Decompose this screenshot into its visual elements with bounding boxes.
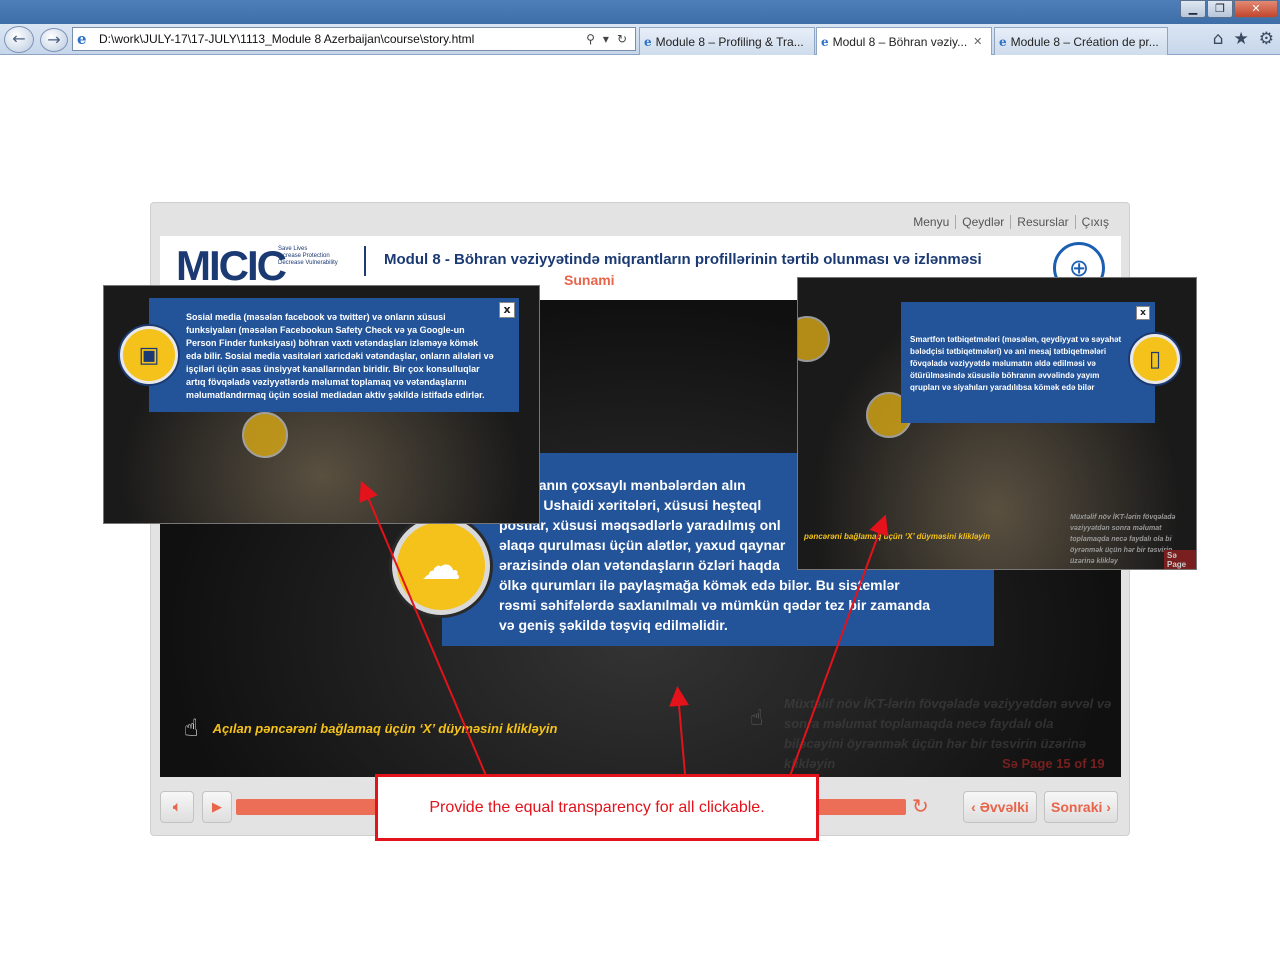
restore-button[interactable]: ❐ <box>1207 0 1233 18</box>
forward-icon[interactable]: → <box>40 28 68 52</box>
info-line: rəsmi səhifələrdə saxlanılmalı və mümkün… <box>499 597 931 613</box>
annotation-callout: Provide the equal transparency for all c… <box>375 774 819 841</box>
prev-label: Əvvəlki <box>979 799 1029 815</box>
hand-icon: ☝ <box>184 714 199 742</box>
popup-box: Smartfon tətbiqetmələri (məsələn, qeydiy… <box>901 302 1155 423</box>
star-icon[interactable]: ★ <box>1234 29 1249 49</box>
annotation-text: Provide the equal transparency for all c… <box>429 798 765 816</box>
popup-hint: pəncərəni bağlamaq üçün ‘X’ düyməsini kl… <box>804 532 990 541</box>
computer-icon[interactable]: ☁ <box>392 517 490 615</box>
address-bar[interactable]: e D:\work\JULY-17\17-JULY\1113_Module 8 … <box>72 27 636 51</box>
resources-link[interactable]: Resurslar <box>1010 215 1074 229</box>
back-icon[interactable]: ← <box>4 26 34 53</box>
header-divider <box>364 246 366 276</box>
close-icon[interactable]: x <box>499 302 515 318</box>
tab-label: Module 8 – Profiling & Tra... <box>655 34 804 49</box>
window-controls: ▁ ❐ ✕ <box>1180 0 1278 18</box>
browser-toolbar: ← → e D:\work\JULY-17\17-JULY\1113_Modul… <box>0 24 1280 55</box>
chevron-right-icon: › <box>1102 799 1111 815</box>
refresh-icon[interactable]: ↻ <box>617 32 627 46</box>
window-titlebar: ▁ ❐ ✕ <box>0 0 1280 24</box>
slide-subtitle: Sunami <box>564 272 615 288</box>
home-icon[interactable]: ⌂ <box>1213 29 1224 49</box>
gear-icon[interactable]: ⚙ <box>1259 29 1274 49</box>
address-url[interactable]: D:\work\JULY-17\17-JULY\1113_Module 8 Az… <box>99 32 586 46</box>
tab-module8-az[interactable]: e Modul 8 – Böhran vəziy... ✕ <box>816 27 992 55</box>
page-indicator: Sə Page 15 of 19 <box>1002 756 1105 771</box>
next-button[interactable]: Sonraki › <box>1044 791 1118 823</box>
search-icon[interactable]: ⚲ <box>586 32 595 46</box>
chevron-left-icon: ‹ <box>971 799 980 815</box>
popup-box: Sosial media (məsələn facebook və twitte… <box>149 298 519 412</box>
ie-icon: e <box>999 34 1007 49</box>
popup-page: Sə Page <box>1164 550 1196 569</box>
popup-screenshot-right: Smartfon tətbiqetmələri (məsələn, qeydiy… <box>797 277 1197 570</box>
ie-icon: e <box>644 34 652 49</box>
micic-logo: MICIC <box>176 242 287 289</box>
exit-link[interactable]: Çıxış <box>1074 215 1115 229</box>
minimize-button[interactable]: ▁ <box>1180 0 1206 18</box>
replay-icon[interactable]: ↻ <box>912 794 929 818</box>
tagline-line: Save Lives <box>278 246 308 252</box>
ie-icon: e <box>77 30 87 48</box>
popup-screenshot-left: Sosial media (məsələn facebook və twitte… <box>103 285 540 524</box>
browser-right-tools: ⌂ ★ ⚙ <box>1213 29 1274 49</box>
popup-text: Smartfon tətbiqetmələri (məsələn, qeydiy… <box>910 335 1122 392</box>
close-tab-icon[interactable]: ✕ <box>973 35 982 48</box>
tab-module8-en[interactable]: e Module 8 – Profiling & Tra... <box>639 27 815 55</box>
close-hint: ☝ Açılan pəncərəni bağlamaq üçün ‘X’ düy… <box>184 714 557 742</box>
popup-text: Sosial media (məsələn facebook və twitte… <box>186 312 494 400</box>
tagline-line: Increase Protection <box>278 253 330 259</box>
phone-icon[interactable]: ▯ <box>1130 334 1180 384</box>
tab-module8-fr[interactable]: e Module 8 – Création de pr... <box>994 27 1168 55</box>
play-icon[interactable]: ▶ <box>202 791 232 823</box>
notes-link[interactable]: Qeydlər <box>955 215 1010 229</box>
logo-tagline: Save Lives Increase Protection Decrease … <box>278 246 338 267</box>
browser-window-icon[interactable]: ▣ <box>120 326 178 384</box>
slide-title: Modul 8 - Böhran vəziyyətində miqrantlar… <box>384 251 982 268</box>
ie-icon: e <box>821 34 829 49</box>
prev-button[interactable]: ‹ Əvvəlki <box>963 791 1037 823</box>
tagline-line: Decrease Vulnerability <box>278 260 338 266</box>
close-window-button[interactable]: ✕ <box>1234 0 1278 18</box>
info-line: ölkə qurumları ilə paylaşmağa kömək edə … <box>499 577 900 593</box>
next-label: Sonraki <box>1051 799 1103 815</box>
mute-icon[interactable]: 🔈︎ <box>160 791 194 823</box>
dropdown-icon[interactable]: ▾ <box>603 32 609 46</box>
tab-label: Modul 8 – Böhran vəziy... <box>832 34 968 49</box>
close-hint-text: Açılan pəncərəni bağlamaq üçün ‘X’ düymə… <box>212 720 558 736</box>
info-line: və geniş şəkildə təşviq edilməlidir. <box>499 617 728 633</box>
menu-link[interactable]: Menyu <box>907 215 955 229</box>
player-menu: Menyu Qeydlər Resurslar Çıxış <box>907 215 1115 229</box>
computer-icon <box>242 412 288 458</box>
close-icon[interactable]: x <box>1136 306 1150 320</box>
hand-icon: ☝ <box>750 706 764 731</box>
tab-label: Module 8 – Création de pr... <box>1010 34 1159 49</box>
